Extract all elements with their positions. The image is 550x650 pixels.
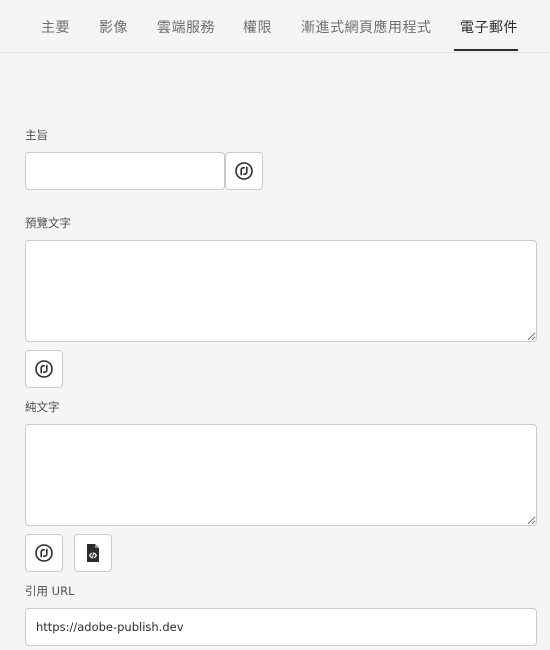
tab-main[interactable]: 主要 [41, 17, 70, 37]
reference-url-input[interactable] [25, 608, 537, 646]
tab-permissions[interactable]: 權限 [243, 17, 272, 37]
tab-progressive-web-app[interactable]: 漸進式網頁應用程式 [301, 17, 432, 37]
preview-text-label: 預覽文字 [25, 216, 71, 230]
subject-input[interactable] [25, 152, 225, 190]
plain-text-label: 純文字 [25, 400, 60, 414]
variable-picker-icon [34, 359, 54, 379]
generate-plain-text-button[interactable] [74, 534, 112, 572]
tab-email[interactable]: 電子郵件 [460, 17, 518, 37]
reference-url-label: 引用 URL [25, 584, 75, 598]
variable-picker-icon [234, 161, 254, 181]
variable-picker-icon [34, 543, 54, 563]
subject-label: 主旨 [25, 128, 48, 142]
plain-text-textarea[interactable] [25, 424, 537, 526]
subject-variable-picker-button[interactable] [225, 152, 263, 190]
preview-text-variable-picker-button[interactable] [25, 350, 63, 388]
preview-text-textarea[interactable] [25, 240, 537, 342]
tab-images[interactable]: 影像 [99, 17, 128, 37]
plain-text-variable-picker-button[interactable] [25, 534, 63, 572]
active-tab-indicator [454, 49, 518, 51]
code-file-icon [84, 543, 102, 563]
tab-bar: 主要 影像 雲端服務 權限 漸進式網頁應用程式 電子郵件 [0, 0, 550, 53]
tab-cloud-services[interactable]: 雲端服務 [157, 17, 215, 37]
